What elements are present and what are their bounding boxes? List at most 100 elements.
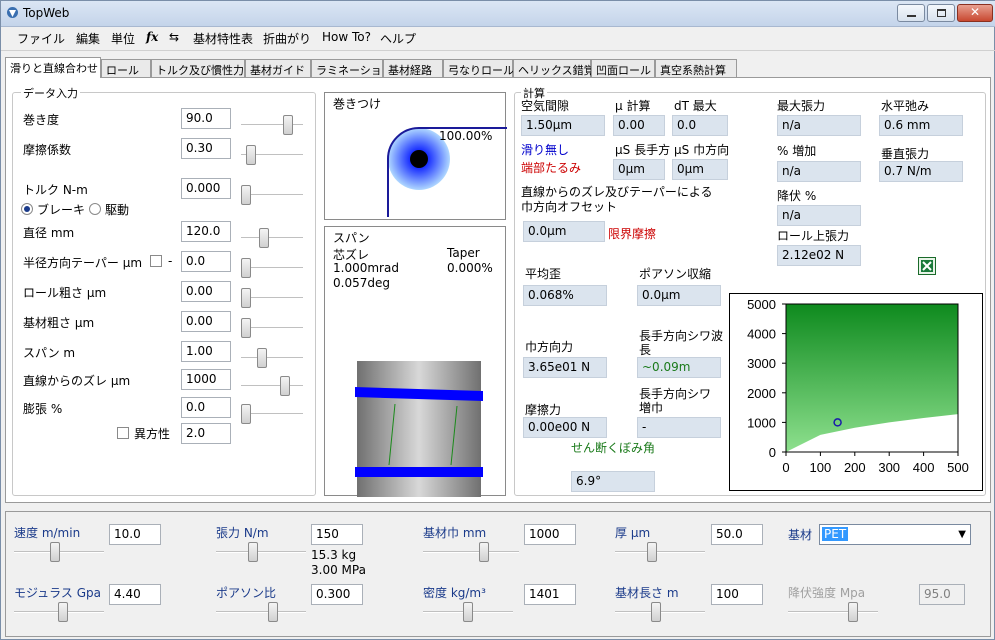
speed-slider[interactable] bbox=[14, 542, 104, 562]
web-roughness-label: 基材粗さ μm bbox=[23, 316, 95, 330]
slider-thumb[interactable] bbox=[647, 542, 657, 562]
tab-web-path[interactable]: 基材経路 bbox=[383, 59, 443, 77]
slider-thumb[interactable] bbox=[241, 185, 251, 205]
slider-thumb[interactable] bbox=[463, 602, 473, 622]
web-width-input[interactable]: 1000 bbox=[524, 524, 576, 545]
mu-calc-value: 0.00 bbox=[613, 115, 665, 136]
web-roughness-slider[interactable] bbox=[241, 318, 303, 338]
expansion-slider[interactable] bbox=[241, 404, 303, 424]
slider-thumb[interactable] bbox=[241, 258, 251, 278]
tab-roll[interactable]: ロール bbox=[101, 59, 151, 77]
slider-thumb[interactable] bbox=[478, 542, 489, 562]
tab-web-guide[interactable]: 基材ガイド bbox=[245, 59, 311, 77]
diameter-input[interactable]: 120.0 bbox=[181, 221, 231, 242]
offset-label-2: 巾方向オフセット bbox=[521, 200, 618, 214]
roll-tension-value: 2.12e02 N bbox=[777, 245, 861, 266]
slider-thumb[interactable] bbox=[58, 602, 68, 622]
menu-material-table[interactable]: 基材特性表 bbox=[193, 30, 253, 47]
poisson-slider[interactable] bbox=[216, 602, 306, 622]
web-length-input[interactable]: 100 bbox=[711, 584, 763, 605]
slider-thumb[interactable] bbox=[651, 602, 661, 622]
torque-slider[interactable] bbox=[241, 185, 303, 205]
menu-help[interactable]: ヘルプ bbox=[380, 30, 416, 47]
span-input[interactable]: 1.00 bbox=[181, 341, 231, 362]
v-tension-label: 垂直張力 bbox=[881, 147, 930, 161]
anisotropy-input[interactable]: 2.0 bbox=[181, 423, 231, 444]
anisotropy-label: 異方性 bbox=[134, 427, 171, 441]
taper-input[interactable]: 0.0 bbox=[181, 251, 231, 272]
slider-thumb[interactable] bbox=[50, 542, 60, 562]
close-icon: ✕ bbox=[970, 5, 981, 19]
menu-units[interactable]: 単位 bbox=[111, 30, 135, 47]
main-panel: データ入力 巻き度 90.0 摩擦係数 0.30 トルク N-m 0.000 ブ… bbox=[5, 77, 991, 503]
drive-radio[interactable] bbox=[89, 203, 101, 215]
menu-file[interactable]: ファイル bbox=[17, 30, 65, 47]
web-width-label: 基材巾 mm bbox=[423, 526, 487, 540]
taper-slider[interactable] bbox=[241, 258, 303, 278]
thickness-input[interactable]: 50.0 bbox=[711, 524, 763, 545]
expansion-input[interactable]: 0.0 bbox=[181, 397, 231, 418]
slider-thumb[interactable] bbox=[280, 376, 290, 396]
material-select[interactable]: PET ▼ bbox=[819, 524, 971, 545]
slider-thumb[interactable] bbox=[246, 145, 257, 165]
slider-thumb[interactable] bbox=[241, 288, 251, 308]
taper-checkbox[interactable] bbox=[150, 255, 162, 267]
tab-lamination[interactable]: ラミネーション bbox=[311, 59, 393, 77]
roll-roughness-input[interactable]: 0.00 bbox=[181, 281, 231, 302]
slider-thumb[interactable] bbox=[268, 602, 278, 622]
tab-helix-illusion[interactable]: ヘリックス錯覚 bbox=[513, 59, 595, 77]
roll-roughness-slider[interactable] bbox=[241, 288, 303, 308]
misalignment-label: 直線からのズレ μm bbox=[23, 374, 131, 388]
close-button[interactable]: ✕ bbox=[957, 4, 993, 22]
wrap-input[interactable]: 90.0 bbox=[181, 108, 231, 129]
tab-vacuum-heat[interactable]: 真空系熱計算 bbox=[655, 59, 737, 77]
wrap-percent: 100.00% bbox=[439, 129, 493, 143]
tab-torque-inertia[interactable]: トルク及び慣性力 bbox=[151, 59, 245, 77]
tab-bowed-roll[interactable]: 弓なりロール bbox=[443, 59, 514, 77]
max-tension-label: 最大張力 bbox=[777, 99, 826, 113]
menu-edit[interactable]: 編集 bbox=[76, 30, 100, 47]
anisotropy-checkbox[interactable] bbox=[117, 427, 129, 439]
web-roughness-input[interactable]: 0.00 bbox=[181, 311, 231, 332]
slider-thumb[interactable] bbox=[241, 404, 251, 424]
menu-howto[interactable]: How To? bbox=[322, 30, 371, 44]
maximize-button[interactable] bbox=[927, 4, 955, 22]
brake-radio[interactable] bbox=[21, 203, 33, 215]
density-slider[interactable] bbox=[423, 602, 513, 622]
fx-icon[interactable]: fx bbox=[146, 30, 158, 44]
slider-thumb[interactable] bbox=[259, 228, 270, 248]
friction-slider[interactable] bbox=[241, 145, 303, 165]
minimize-button[interactable] bbox=[897, 4, 925, 22]
tension-input[interactable]: 150 bbox=[311, 524, 363, 545]
web-width-slider[interactable] bbox=[423, 542, 519, 562]
poisson-input[interactable]: 0.300 bbox=[311, 584, 363, 605]
diameter-slider[interactable] bbox=[241, 228, 303, 248]
density-input[interactable]: 1401 bbox=[524, 584, 576, 605]
misalignment-input[interactable]: 1000 bbox=[181, 369, 231, 390]
friction-input[interactable]: 0.30 bbox=[181, 138, 231, 159]
friction-label: 摩擦係数 bbox=[23, 143, 72, 157]
modulus-input[interactable]: 4.40 bbox=[109, 584, 161, 605]
menu-fold[interactable]: 折曲がり bbox=[263, 30, 311, 47]
tab-slip-alignment[interactable]: 滑りと直線合わせ bbox=[5, 57, 101, 78]
excel-export-icon[interactable] bbox=[918, 257, 936, 275]
swap-icon[interactable]: ⇆ bbox=[169, 30, 179, 44]
span-diagram bbox=[355, 361, 483, 497]
span-slider[interactable] bbox=[241, 348, 303, 368]
thickness-label: 厚 μm bbox=[615, 526, 651, 540]
slider-thumb[interactable] bbox=[282, 115, 293, 135]
roll-tension-label: ロール上張力 bbox=[777, 229, 850, 243]
web-length-slider[interactable] bbox=[615, 602, 705, 622]
tension-slider[interactable] bbox=[216, 542, 306, 562]
wrap-slider[interactable] bbox=[241, 115, 303, 135]
tab-concave-roll[interactable]: 凹面ロール bbox=[591, 59, 655, 77]
modulus-slider[interactable] bbox=[14, 602, 104, 622]
cd-force-label: 巾方向力 bbox=[525, 340, 574, 354]
torque-input[interactable]: 0.000 bbox=[181, 178, 231, 199]
misalignment-slider[interactable] bbox=[241, 376, 303, 396]
slider-thumb[interactable] bbox=[256, 348, 267, 368]
speed-input[interactable]: 10.0 bbox=[109, 524, 161, 545]
slider-thumb[interactable] bbox=[241, 318, 251, 338]
slider-thumb[interactable] bbox=[248, 542, 258, 562]
thickness-slider[interactable] bbox=[615, 542, 705, 562]
